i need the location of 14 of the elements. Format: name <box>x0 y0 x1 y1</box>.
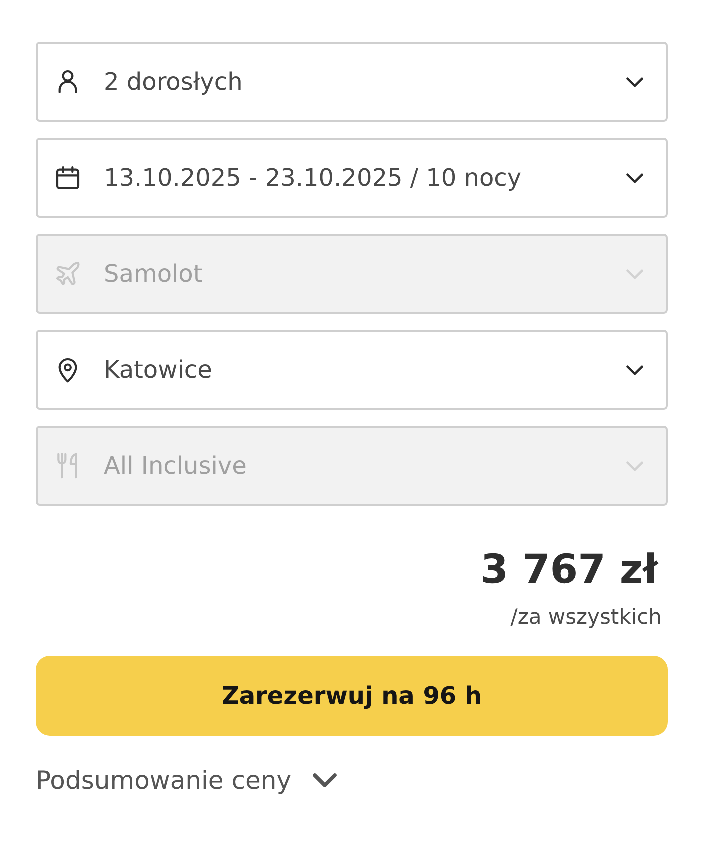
price-amount: 3 767 zł <box>480 546 660 595</box>
price-note: /za wszystkich <box>510 604 662 631</box>
plane-icon <box>54 260 82 288</box>
chevron-down-icon <box>626 172 644 184</box>
chevron-down-icon <box>626 364 644 376</box>
chevron-down-icon <box>626 460 644 472</box>
select-field[interactable]: Katowice <box>36 330 668 410</box>
book-button[interactable]: Zarezerwuj na 96 h <box>36 656 668 736</box>
calendar-icon <box>54 164 82 192</box>
chevron-down-icon <box>626 268 644 280</box>
select-field[interactable]: 2 dorosłych <box>36 42 668 122</box>
select-field[interactable]: 13.10.2025 - 23.10.2025 / 10 nocy <box>36 138 668 218</box>
price-summary-toggle[interactable]: Podsumowanie ceny <box>36 766 338 795</box>
chevron-down-icon <box>626 76 644 88</box>
